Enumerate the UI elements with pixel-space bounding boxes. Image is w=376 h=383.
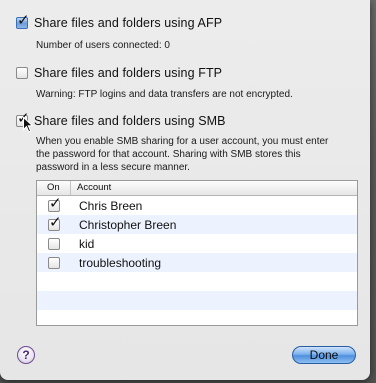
- question-icon: ?: [22, 348, 30, 362]
- row-on-cell: [37, 256, 71, 269]
- afp-option[interactable]: ✓ Share files and folders using AFP: [16, 13, 223, 30]
- checkmark-icon: ✓: [49, 193, 62, 212]
- smb-description-line: the password for that account. Sharing w…: [36, 149, 301, 160]
- smb-option[interactable]: ✓ Share files and folders using SMB: [16, 111, 226, 128]
- account-name: kid: [79, 236, 95, 251]
- smb-label: Share files and folders using SMB: [34, 114, 226, 128]
- table-row[interactable]: kid: [37, 234, 357, 253]
- smb-description-line: password in a less secure manner.: [36, 162, 190, 173]
- account-enable-checkbox[interactable]: ✓: [48, 214, 62, 231]
- table-row[interactable]: ✓ Christopher Breen: [37, 214, 357, 234]
- account-enable-checkbox[interactable]: ✓: [48, 195, 62, 212]
- ftp-checkbox[interactable]: [16, 67, 28, 79]
- done-button[interactable]: Done: [292, 346, 356, 364]
- afp-label: Share files and folders using AFP: [34, 16, 223, 30]
- help-button[interactable]: ?: [17, 346, 35, 364]
- ftp-warning: Warning: FTP logins and data transfers a…: [36, 89, 293, 100]
- row-on-cell: ✓: [37, 195, 71, 212]
- empty-table-row: [37, 291, 357, 310]
- smb-description-line: When you enable SMB sharing for a user a…: [36, 136, 329, 147]
- column-header-account[interactable]: Account: [71, 181, 111, 195]
- pointer-cursor-icon: [23, 117, 33, 133]
- checkmark-icon: ✓: [49, 212, 62, 231]
- column-header-on[interactable]: On: [37, 181, 71, 195]
- afp-users-connected: Number of users connected: 0: [36, 40, 170, 51]
- empty-table-row: [37, 272, 357, 291]
- row-on-cell: [37, 237, 71, 250]
- file-sharing-options-sheet: ✓ Share files and folders using AFP Numb…: [0, 0, 370, 380]
- ftp-label: Share files and folders using FTP: [34, 66, 223, 80]
- account-name: troubleshooting: [79, 255, 162, 270]
- account-name: Chris Breen: [79, 198, 143, 213]
- ftp-option[interactable]: Share files and folders using FTP: [16, 66, 222, 80]
- smb-accounts-table[interactable]: On Account ✓ Chris Breen ✓ Christopher B…: [36, 180, 358, 326]
- checkmark-icon: ✓: [17, 11, 30, 29]
- row-on-cell: ✓: [37, 214, 71, 231]
- smb-description: When you enable SMB sharing for a user a…: [36, 135, 328, 174]
- account-enable-checkbox[interactable]: [48, 256, 60, 269]
- account-enable-checkbox[interactable]: [48, 237, 60, 250]
- account-name: Christopher Breen: [79, 217, 177, 232]
- table-row[interactable]: ✓ Chris Breen: [37, 195, 357, 215]
- table-row[interactable]: troubleshooting: [37, 253, 357, 272]
- afp-checkbox[interactable]: ✓: [16, 13, 30, 29]
- table-header: On Account: [37, 181, 357, 196]
